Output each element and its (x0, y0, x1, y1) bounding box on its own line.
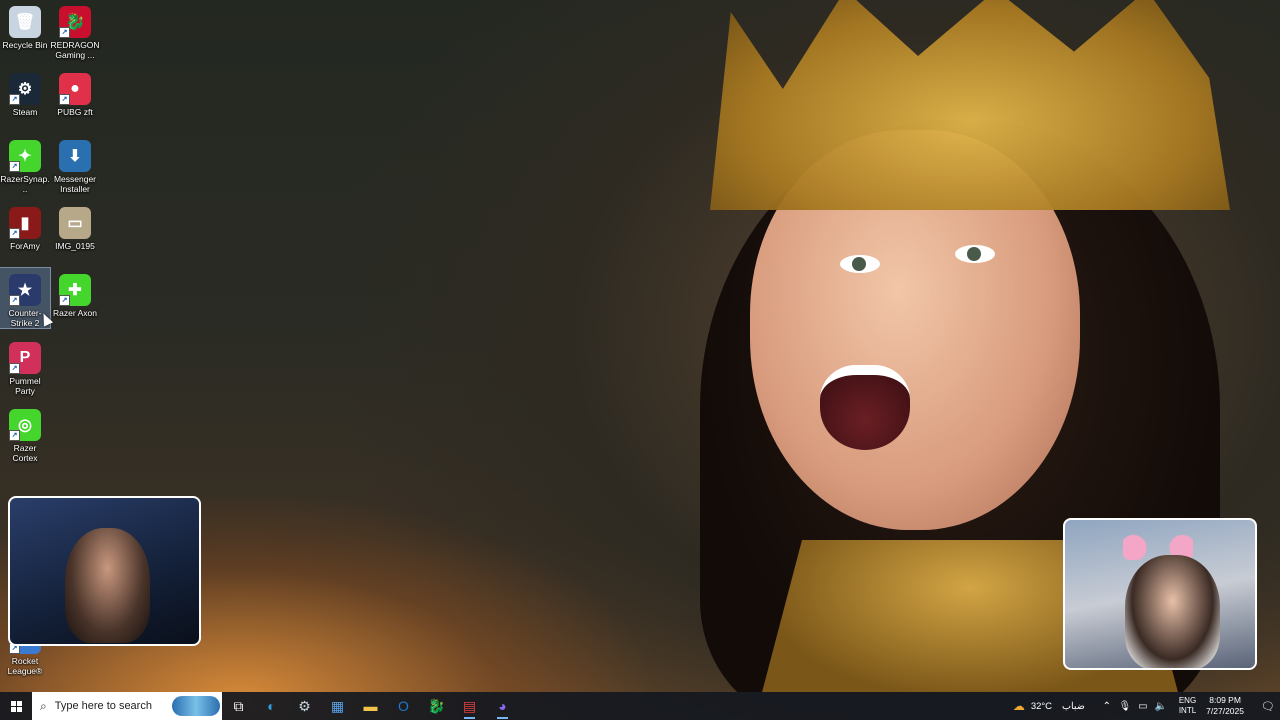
desktop: 🗑 Recycle Bin 🐉 ↗ REDRAGON Gaming ... ⚙ ↗ Steam… (0, 0, 1280, 692)
search-icon: ⌕ (40, 698, 47, 713)
task-view-icon: ⧉ (233, 697, 244, 714)
desktop-icon[interactable]: ● ↗ PUBG zft (50, 67, 100, 117)
desktop-icon-label: PUBG zft (57, 107, 93, 117)
taskbar-app-steam[interactable]: ⚙ (288, 692, 321, 720)
weather-widget[interactable]: ☁ 32°C ضباب (1013, 699, 1085, 713)
shortcut-arrow-icon: ↗ (59, 295, 70, 306)
desktop-icon[interactable]: ▮ ↗ ForAmy (0, 201, 50, 251)
outlook-icon: O (398, 698, 409, 714)
desktop-icon[interactable]: ▭ IMG_0195 (50, 201, 100, 251)
shortcut-arrow-icon: ↗ (9, 430, 20, 441)
steam-icon: ⚙ ↗ (9, 73, 41, 105)
file-explorer-icon: ▬ (363, 698, 378, 714)
shortcut-arrow-icon: ↗ (59, 94, 70, 105)
steam-icon: ⚙ (298, 697, 311, 714)
desktop-icon[interactable]: P ↗ Pummel Party (0, 336, 50, 396)
shortcut-arrow-icon: ↗ (59, 27, 70, 38)
language-code: ENG (1178, 696, 1197, 705)
search-placeholder: Type here to search (54, 700, 152, 712)
keyboard-layout: INTL (1178, 706, 1197, 715)
razer-cortex-icon: ◎ ↗ (9, 409, 41, 441)
razer-synapse-icon: ✦ ↗ (9, 140, 41, 172)
clock-date: 7/27/2025 (1206, 706, 1244, 716)
desktop-icon[interactable]: 🐉 ↗ REDRAGON Gaming ... (50, 0, 100, 60)
counter-strike-icon: ★ ↗ (9, 274, 41, 306)
volume-icon[interactable]: 🔈 (1153, 701, 1169, 712)
chevron-up-icon[interactable]: ⌃ (1099, 701, 1115, 712)
desktop-icon-label: Messenger Installer (53, 174, 97, 194)
taskbar-pinned-apps: ⧉ ◐ ⚙ ▦ ▬ O 🐉 ▤ ◕ (222, 692, 519, 720)
book-icon: ▮ ↗ (9, 207, 41, 239)
notification-icon[interactable]: 🗨 (1256, 692, 1280, 720)
discord-icon: ◕ (498, 698, 507, 714)
messenger-installer-icon: ⬇ (59, 140, 91, 172)
desktop-icon[interactable]: ⚙ ↗ Steam (0, 67, 50, 117)
desktop-icon-label: REDRAGON Gaming ... (50, 40, 100, 60)
weather-icon: ☁ (1012, 699, 1025, 713)
desktop-icon[interactable]: ⬇ Messenger Installer (50, 134, 100, 194)
shortcut-arrow-icon: ↗ (9, 228, 20, 239)
webcam-overlay-streamer (8, 496, 201, 646)
taskbar-search-box[interactable]: ⌕ Type here to search (32, 692, 222, 720)
desktop-icon-label: Pummel Party (9, 376, 41, 396)
webcam-person (1125, 555, 1220, 668)
shortcut-arrow-icon: ↗ (9, 295, 20, 306)
clock[interactable]: 8:09 PM 7/27/2025 (1206, 695, 1244, 717)
desktop-icon-label: IMG_0195 (55, 241, 95, 251)
desktop-icon[interactable]: ✦ ↗ RazerSynap... (0, 134, 50, 194)
wallpaper-mouth (820, 365, 910, 450)
redragon-icon: 🐉 (427, 697, 446, 714)
desktop-icon-label: Rocket League® (7, 656, 43, 676)
taskbar-app-discord[interactable]: ◕ (486, 692, 519, 720)
taskbar-app-file-explorer[interactable]: ▬ (354, 692, 387, 720)
razer-axon-icon: ✚ ↗ (59, 274, 91, 306)
microphone-icon[interactable]: 🎙 (1117, 701, 1133, 712)
webcam-overlay-guest (1063, 518, 1257, 670)
desktop-icon-label: ForAmy (10, 241, 40, 251)
voicemeeter-icon: ▤ (462, 697, 477, 714)
pummel-party-icon: P ↗ (9, 342, 41, 374)
desktop-icon[interactable]: 🗑 Recycle Bin (0, 0, 50, 50)
wallpaper-eye-right (955, 245, 995, 263)
taskbar-app-store[interactable]: ▦ (321, 692, 354, 720)
shortcut-arrow-icon: ↗ (9, 94, 20, 105)
wallpaper-eye-left (840, 255, 880, 273)
weather-temp: 32°C (1030, 700, 1053, 712)
wallpaper-crown (710, 0, 1230, 210)
network-icon[interactable]: ▭ (1135, 701, 1151, 712)
search-highlight-icon (172, 696, 220, 716)
desktop-icon-label: RazerSynap... (0, 174, 50, 194)
taskbar-app-edge[interactable]: ◐ (255, 692, 288, 720)
taskbar-app-redragon[interactable]: 🐉 (420, 692, 453, 720)
desktop-icon-label: Recycle Bin (2, 40, 48, 50)
redragon-icon: 🐉 ↗ (59, 6, 91, 38)
desktop-icon[interactable]: ◎ ↗ Razer Cortex (0, 403, 50, 463)
shortcut-arrow-icon: ↗ (9, 161, 20, 172)
recycle-bin-icon: 🗑 (9, 6, 41, 38)
store-icon: ▦ (330, 697, 345, 714)
weather-desc: ضباب (1062, 700, 1085, 712)
start-button[interactable] (0, 692, 32, 720)
windows-logo-icon (10, 700, 22, 712)
clock-time: 8:09 PM (1209, 695, 1241, 705)
taskbar: ⌕ Type here to search ⧉ ◐ ⚙ ▦ ▬ O 🐉 ▤ ◕ ☁ 32°C ض… (0, 692, 1280, 720)
edge-icon: ◐ (267, 698, 276, 714)
taskbar-app-voicemeeter[interactable]: ▤ (453, 692, 486, 720)
pubg-icon: ● ↗ (59, 73, 91, 105)
taskbar-app-outlook[interactable]: O (387, 692, 420, 720)
image-file-icon: ▭ (59, 207, 91, 239)
language-indicator[interactable]: ENG INTL (1179, 696, 1196, 716)
shortcut-arrow-icon: ↗ (9, 363, 20, 374)
taskbar-app-task-view[interactable]: ⧉ (222, 692, 255, 720)
system-tray: ☁ 32°C ضباب ⌃ 🎙 ▭ 🔈 ENG INTL 8:09 PM 7/2… (1013, 692, 1280, 720)
desktop-icon-label: Razer Cortex (12, 443, 38, 463)
desktop-icon-label: Razer Axon (53, 308, 97, 318)
desktop-icon[interactable]: ✚ ↗ Razer Axon (50, 268, 100, 318)
desktop-icon-label: Steam (12, 107, 38, 117)
webcam-person (65, 528, 150, 643)
